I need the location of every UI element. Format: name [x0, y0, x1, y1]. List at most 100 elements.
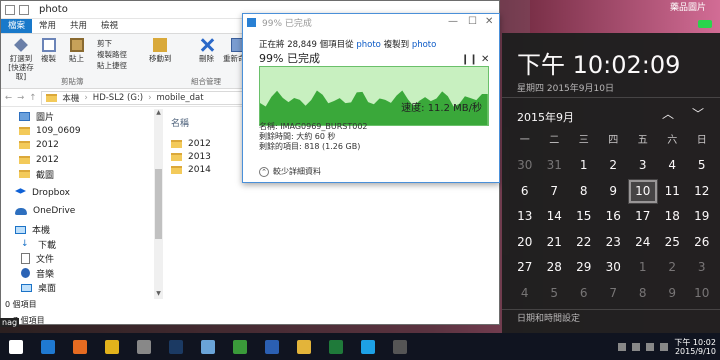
previous-month-icon[interactable]: ︿ — [662, 105, 674, 122]
volume-icon[interactable] — [660, 342, 669, 351]
destination-link[interactable]: photo — [412, 40, 437, 50]
close-icon[interactable]: ✕ — [485, 16, 493, 27]
nav-item-desktop[interactable]: 桌面 — [1, 281, 156, 296]
nav-item-dropbox[interactable]: Dropbox — [1, 186, 156, 201]
calendar-day[interactable]: 2 — [658, 255, 688, 281]
calendar-day[interactable]: 6 — [510, 179, 540, 205]
windows-taskbar-button[interactable] — [0, 333, 32, 360]
calendar-day[interactable]: 24 — [628, 230, 658, 256]
calendar-day[interactable]: 19 — [687, 204, 717, 230]
up-arrow-icon[interactable]: ↑ — [29, 93, 36, 103]
calendar-day[interactable]: 30 — [510, 153, 540, 179]
nav-item-folder[interactable]: 2012 — [1, 138, 156, 153]
calendar-day[interactable]: 27 — [510, 255, 540, 281]
nav-item-onedrive[interactable]: OneDrive — [1, 204, 156, 219]
tray-icon[interactable] — [618, 342, 627, 351]
calendar-day[interactable]: 10 — [687, 281, 717, 307]
nav-item-folder[interactable]: 109_0609 — [1, 124, 156, 139]
calendar-day[interactable]: 11 — [658, 179, 688, 205]
delete-button[interactable]: 刪除 — [199, 38, 214, 63]
less-details-button[interactable]: ⌃ 較少詳細資料 — [259, 166, 321, 177]
calendar-day[interactable]: 8 — [628, 281, 658, 307]
tab-home[interactable]: 常用 — [32, 19, 63, 33]
calendar-day[interactable]: 1 — [569, 153, 599, 179]
calendar-day[interactable]: 7 — [599, 281, 629, 307]
desktop-icon-label[interactable]: nag — [0, 318, 20, 327]
copy-button[interactable]: 複製 — [41, 38, 56, 63]
calendar-day[interactable]: 9 — [599, 179, 629, 205]
nav-item-folder[interactable]: 2012 — [1, 153, 156, 168]
calendar-day[interactable]: 9 — [658, 281, 688, 307]
breadcrumb-item[interactable]: HD-SL2 (G:) — [93, 93, 143, 103]
calendar-day[interactable]: 5 — [540, 281, 570, 307]
breadcrumb-item[interactable]: 本機 — [62, 92, 79, 104]
tab-view[interactable]: 檢視 — [94, 19, 125, 33]
edge-taskbar-button[interactable] — [32, 333, 64, 360]
desktop-icon-label[interactable]: 藥品圖片 — [670, 0, 706, 13]
paste-button[interactable]: 貼上 — [69, 38, 84, 63]
cut-button[interactable]: 剪下 — [97, 38, 127, 49]
media-taskbar-button[interactable] — [224, 333, 256, 360]
pin-button[interactable]: 釘選到 [快速存取] — [5, 38, 37, 81]
current-date-link[interactable]: 星期四 2015年9月10日 — [517, 81, 614, 94]
file-row[interactable]: 2014 — [171, 163, 241, 176]
calendar-day[interactable]: 25 — [658, 230, 688, 256]
next-month-icon[interactable]: ﹀ — [692, 105, 704, 122]
calendar-day[interactable]: 5 — [687, 153, 717, 179]
column-header-name[interactable]: 名稱 — [171, 116, 241, 129]
app2-taskbar-button[interactable] — [384, 333, 416, 360]
calendar-day[interactable]: 3 — [628, 153, 658, 179]
nav-scrollbar[interactable]: ▲ ▼ — [154, 109, 163, 299]
calendar-day[interactable]: 30 — [599, 255, 629, 281]
nav-item-documents[interactable]: 文件 — [1, 252, 156, 267]
calendar-day[interactable]: 14 — [540, 204, 570, 230]
maximize-icon[interactable]: ☐ — [468, 16, 477, 27]
calendar-day[interactable]: 22 — [569, 230, 599, 256]
calendar-day[interactable]: 8 — [569, 179, 599, 205]
calendar-day[interactable]: 3 — [687, 255, 717, 281]
nav-item-pictures[interactable]: 圖片 — [1, 109, 156, 124]
checkbox-icon[interactable] — [19, 4, 29, 15]
calendar-day[interactable]: 31 — [540, 153, 570, 179]
calendar-day[interactable]: 16 — [599, 204, 629, 230]
calendar-day[interactable]: 29 — [569, 255, 599, 281]
move-to-button[interactable]: 移動到 — [149, 38, 172, 63]
calendar-day[interactable]: 1 — [628, 255, 658, 281]
tab-share[interactable]: 共用 — [63, 19, 94, 33]
scroll-thumb[interactable] — [155, 169, 162, 239]
paste-shortcut-button[interactable]: 貼上捷徑 — [97, 60, 127, 71]
calendar-day[interactable]: 23 — [599, 230, 629, 256]
breadcrumb-item[interactable]: mobile_dat — [157, 93, 204, 103]
month-label[interactable]: 2015年9月 — [517, 109, 574, 125]
calendar-day[interactable]: 2 — [599, 153, 629, 179]
excel-taskbar-button[interactable] — [320, 333, 352, 360]
nav-item-music[interactable]: 音樂 — [1, 266, 156, 281]
nav-item-this-pc[interactable]: 本機 — [1, 223, 156, 238]
nav-item-folder[interactable]: 截圖 — [1, 167, 156, 182]
calendar-day[interactable]: 7 — [540, 179, 570, 205]
back-arrow-icon[interactable]: ← — [5, 93, 12, 103]
chrome-taskbar-button[interactable] — [96, 333, 128, 360]
taskbar-clock[interactable]: 下午 10:02 2015/9/10 — [674, 338, 716, 356]
minimize-icon[interactable]: — — [448, 16, 458, 27]
calendar-day[interactable]: 21 — [540, 230, 570, 256]
file-explorer-taskbar-button[interactable] — [288, 333, 320, 360]
calendar-day-today[interactable]: 10 — [628, 178, 658, 204]
scroll-up-icon[interactable]: ▲ — [154, 109, 163, 118]
calendar-day[interactable]: 26 — [687, 230, 717, 256]
copy-path-button[interactable]: 複製路徑 — [97, 49, 127, 60]
calendar-day[interactable]: 28 — [540, 255, 570, 281]
nav-item-downloads[interactable]: ↓ 下載 — [1, 237, 156, 252]
cancel-icon[interactable]: ✕ — [481, 54, 489, 65]
file-row[interactable]: 2013 — [171, 150, 241, 163]
calendar-day[interactable]: 15 — [569, 204, 599, 230]
firefox-taskbar-button[interactable] — [64, 333, 96, 360]
calendar-day[interactable]: 13 — [510, 204, 540, 230]
source-link[interactable]: photo — [356, 40, 381, 50]
calculator-taskbar-button[interactable] — [128, 333, 160, 360]
tray-icon[interactable] — [632, 342, 641, 351]
forward-arrow-icon[interactable]: → — [17, 93, 24, 103]
calendar-day[interactable]: 17 — [628, 204, 658, 230]
calendar-day[interactable]: 4 — [510, 281, 540, 307]
calendar-day[interactable]: 12 — [687, 179, 717, 205]
